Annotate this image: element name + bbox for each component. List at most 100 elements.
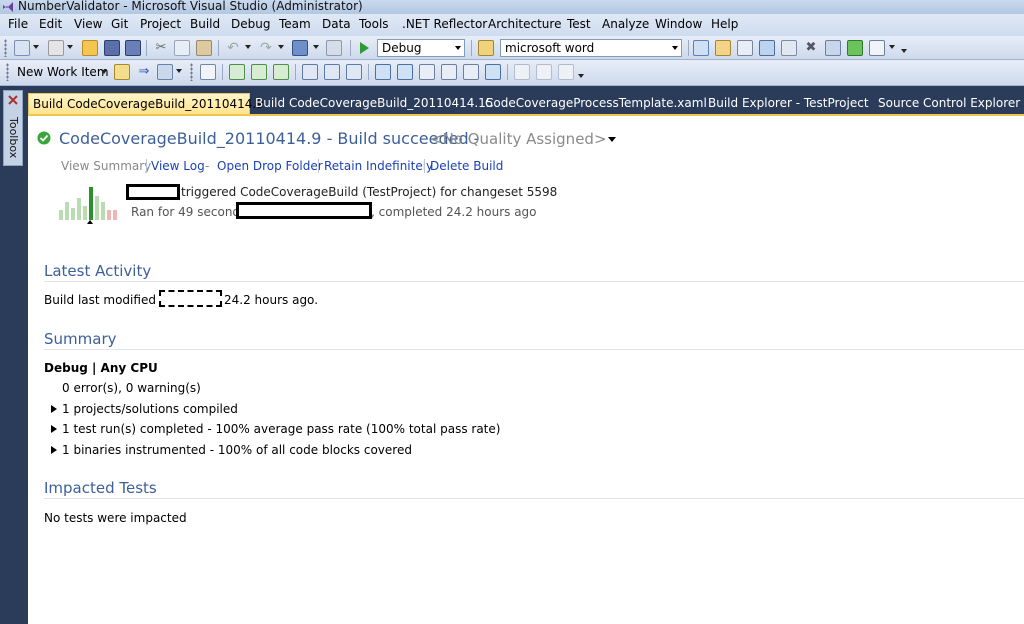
menu-team[interactable]: Team xyxy=(279,17,311,31)
server-explorer-icon[interactable] xyxy=(825,40,841,56)
menu-file[interactable]: File xyxy=(8,17,28,31)
tab-label: Build CodeCoverageBuild_20110414.15 xyxy=(255,96,494,110)
toolbar-overflow-icon[interactable] xyxy=(901,49,907,53)
tab-build-20110414-9[interactable]: Build CodeCoverageBuild_20110414.9 ✕ xyxy=(28,93,279,114)
class-view-icon[interactable] xyxy=(759,40,775,56)
go-to-work-item-icon[interactable]: ⇒ xyxy=(136,64,152,80)
uncomment-icon[interactable] xyxy=(536,64,552,80)
outdent-icon[interactable] xyxy=(558,64,574,80)
chevron-down-icon[interactable] xyxy=(672,46,678,50)
menu-window[interactable]: Window xyxy=(655,17,702,31)
step-over-icon[interactable] xyxy=(251,64,267,80)
tab-source-control-explorer[interactable]: Source Control Explorer xyxy=(874,93,1024,114)
test-results-icon[interactable] xyxy=(346,64,362,80)
binaries-instrumented-item[interactable]: 1 binaries instrumented - 100% of all co… xyxy=(62,443,412,457)
menu-architecture[interactable]: Architecture xyxy=(488,17,561,31)
view-summary-link[interactable]: View Summary xyxy=(61,159,151,173)
menu-analyze[interactable]: Analyze xyxy=(602,17,649,31)
quality-dropdown-icon[interactable] xyxy=(608,137,616,142)
chevron-down-icon[interactable] xyxy=(455,46,461,50)
report-view-icon[interactable] xyxy=(463,64,479,80)
cut-icon[interactable]: ✂ xyxy=(153,40,169,56)
step-out-icon[interactable] xyxy=(273,64,289,80)
new-project-dropdown-icon[interactable] xyxy=(33,45,39,49)
list-view-icon[interactable] xyxy=(419,64,435,80)
menu-view[interactable]: View xyxy=(74,17,102,31)
solution-explorer-icon[interactable] xyxy=(693,40,709,56)
command-window-icon[interactable] xyxy=(869,40,885,56)
tools-icon[interactable]: ✖ xyxy=(803,40,819,56)
menu-tools[interactable]: Tools xyxy=(359,17,389,31)
new-work-item-dropdown-icon[interactable] xyxy=(101,70,107,74)
open-drop-folder-link[interactable]: Open Drop Folder xyxy=(217,159,323,173)
toolbox-tab[interactable]: Toolbox xyxy=(3,90,23,166)
retain-indefinitely-link[interactable]: Retain Indefinitely xyxy=(324,159,433,173)
expand-arrow-icon[interactable] xyxy=(51,405,57,413)
start-page-icon[interactable] xyxy=(847,40,863,56)
build-definitions-icon[interactable] xyxy=(397,64,413,80)
team-explorer-icon[interactable] xyxy=(781,40,797,56)
debug-tests-icon[interactable] xyxy=(324,64,340,80)
toolbar-grip[interactable] xyxy=(4,39,7,57)
add-item-dropdown-icon[interactable] xyxy=(67,45,73,49)
menu-test[interactable]: Test xyxy=(567,17,591,31)
link-separator xyxy=(318,159,319,173)
paste-icon[interactable] xyxy=(196,40,212,56)
object-browser-icon[interactable] xyxy=(737,40,753,56)
menu-git[interactable]: Git xyxy=(111,17,128,31)
new-work-item-button[interactable]: New Work Item xyxy=(17,65,109,79)
expand-arrow-icon[interactable] xyxy=(51,425,57,433)
solution-configuration-combo[interactable]: Debug xyxy=(377,39,465,57)
open-folder-icon[interactable] xyxy=(82,40,98,56)
find-in-files-icon[interactable] xyxy=(478,40,494,56)
tab-build-20110414-15[interactable]: Build CodeCoverageBuild_20110414.15 xyxy=(251,93,497,114)
menu-debug[interactable]: Debug xyxy=(231,17,270,31)
add-item-icon[interactable] xyxy=(48,40,64,56)
navigate-forward-icon[interactable] xyxy=(326,40,342,56)
save-all-icon[interactable] xyxy=(125,40,141,56)
toolbar-separator xyxy=(688,40,689,56)
new-query-icon[interactable] xyxy=(114,64,130,80)
find-combo[interactable]: microsoft word xyxy=(500,39,682,57)
copy-icon[interactable] xyxy=(174,40,190,56)
pending-changes-dropdown-icon[interactable] xyxy=(176,69,182,73)
toolbar-overflow-icon[interactable] xyxy=(578,74,584,78)
view-log-link[interactable]: View Log xyxy=(151,159,205,173)
build-history-chart[interactable] xyxy=(59,182,123,220)
work-items-icon[interactable] xyxy=(200,64,216,80)
step-into-icon[interactable] xyxy=(229,64,245,80)
projects-compiled-item[interactable]: 1 projects/solutions compiled xyxy=(62,402,238,416)
test-runs-item[interactable]: 1 test run(s) completed - 100% average p… xyxy=(62,422,500,436)
properties-icon[interactable] xyxy=(715,40,731,56)
new-project-icon[interactable] xyxy=(14,40,30,56)
delete-build-link[interactable]: Delete Build xyxy=(430,159,503,173)
redo-dropdown-icon[interactable] xyxy=(278,45,284,49)
queue-build-icon[interactable] xyxy=(375,64,391,80)
start-debugging-icon[interactable] xyxy=(356,40,372,56)
pending-changes-icon[interactable] xyxy=(157,64,173,80)
expand-arrow-icon[interactable] xyxy=(51,446,57,454)
navigate-dropdown-icon[interactable] xyxy=(313,45,319,49)
menu-help[interactable]: Help xyxy=(711,17,738,31)
run-tests-icon[interactable] xyxy=(302,64,318,80)
menu-data[interactable]: Data xyxy=(322,17,351,31)
tab-process-template[interactable]: CodeCoverageProcessTemplate.xaml xyxy=(481,93,711,114)
menu-edit[interactable]: Edit xyxy=(39,17,62,31)
toolbar-grip[interactable] xyxy=(190,63,193,81)
undo-dropdown-icon[interactable] xyxy=(245,45,251,49)
menu-build[interactable]: Build xyxy=(190,17,220,31)
comment-icon[interactable] xyxy=(514,64,530,80)
toolbar-grip[interactable] xyxy=(6,63,9,81)
details-view-icon[interactable] xyxy=(441,64,457,80)
tab-build-explorer[interactable]: Build Explorer - TestProject xyxy=(704,93,873,114)
menu-project[interactable]: Project xyxy=(140,17,181,31)
redo-icon[interactable]: ↷ xyxy=(258,40,274,56)
undo-icon[interactable]: ↶ xyxy=(225,40,241,56)
menu-net-reflector[interactable]: .NET Reflector xyxy=(402,17,487,31)
summary-heading: Summary xyxy=(44,330,117,348)
refresh-icon[interactable] xyxy=(485,64,501,80)
toolbar-options-dropdown-icon[interactable] xyxy=(889,45,895,49)
navigate-backward-icon[interactable] xyxy=(292,40,308,56)
build-quality[interactable]: <No Quality Assigned> xyxy=(430,130,607,148)
save-icon[interactable] xyxy=(104,40,120,56)
